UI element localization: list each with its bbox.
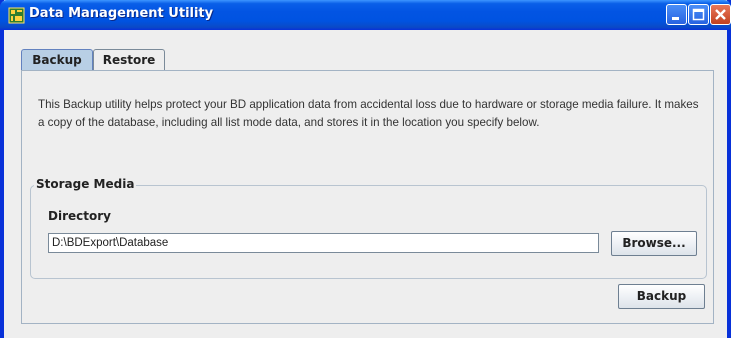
title-bar[interactable]: Data Management Utility xyxy=(0,0,731,30)
maximize-icon xyxy=(692,8,705,21)
browse-button[interactable]: Browse... xyxy=(611,231,697,256)
directory-input[interactable] xyxy=(48,233,599,253)
client-area: Backup Restore This Backup utility helps… xyxy=(4,30,727,338)
maximize-button[interactable] xyxy=(688,4,709,25)
close-icon xyxy=(715,9,726,20)
backup-button[interactable]: Backup xyxy=(618,284,705,309)
minimize-icon xyxy=(672,17,679,20)
storage-media-title: Storage Media xyxy=(34,177,137,191)
storage-media-group: Storage Media Directory Browse... xyxy=(30,177,707,279)
window-title: Data Management Utility xyxy=(29,6,214,21)
minimize-button[interactable] xyxy=(666,4,687,25)
tab-restore[interactable]: Restore xyxy=(93,49,165,70)
app-icon xyxy=(8,7,25,24)
backup-panel: This Backup utility helps protect your B… xyxy=(21,70,714,324)
directory-label: Directory xyxy=(48,209,111,223)
backup-description: This Backup utility helps protect your B… xyxy=(38,98,699,129)
tab-backup[interactable]: Backup xyxy=(21,49,93,71)
app-window: Data Management Utility Backup Restore T… xyxy=(0,0,731,338)
close-button[interactable] xyxy=(710,4,731,25)
